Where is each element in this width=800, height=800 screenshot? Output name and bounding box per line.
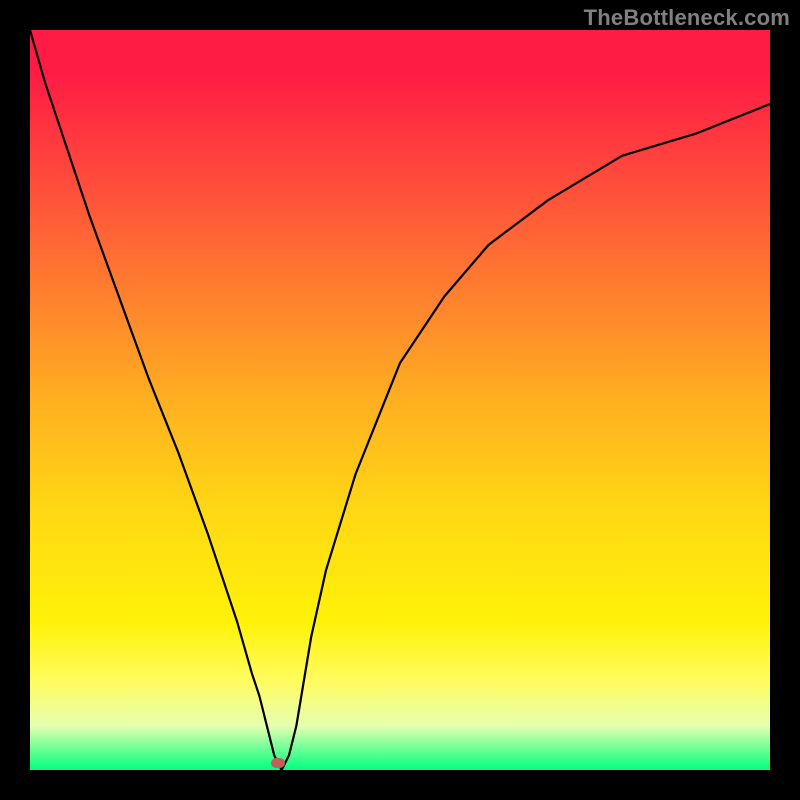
bottleneck-curve (30, 30, 770, 770)
plot-area (30, 30, 770, 770)
curve-layer (30, 30, 770, 770)
chart-frame: TheBottleneck.com (0, 0, 800, 800)
optimum-marker (271, 758, 285, 768)
attribution-label: TheBottleneck.com (584, 5, 790, 31)
